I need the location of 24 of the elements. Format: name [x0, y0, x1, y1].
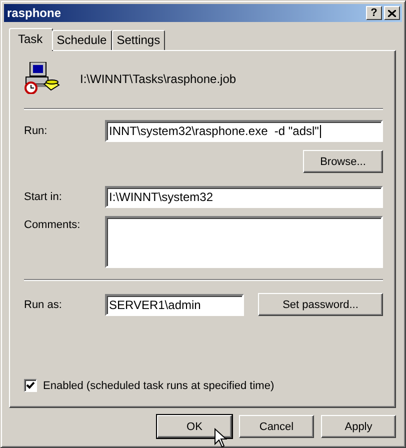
checkbox[interactable]	[24, 379, 37, 392]
field-label: Run as:	[24, 298, 63, 310]
comments-field[interactable]	[105, 216, 383, 268]
field-label: Run:	[24, 125, 48, 137]
computer-phone-clock-icon	[24, 62, 60, 94]
dialog-button[interactable]: Cancel	[239, 415, 314, 438]
set-password-button[interactable]: Set password...	[258, 293, 383, 316]
checkbox-label: Enabled (scheduled task runs at specified time)	[43, 380, 274, 392]
start-in-field[interactable]: I:\WINNT\system32	[105, 186, 383, 208]
browse-button[interactable]: Browse...	[303, 150, 383, 173]
field-label: Comments:	[24, 219, 82, 231]
tab[interactable]: Settings	[112, 30, 166, 50]
window-title: rasphone	[7, 6, 62, 20]
close-button[interactable]	[384, 6, 400, 20]
tab[interactable]: Task	[9, 28, 53, 51]
run-as-field[interactable]: SERVER1\admin	[105, 294, 244, 316]
dialog-button[interactable]: Apply	[321, 415, 396, 438]
task-file-path: I:\WINNT\Tasks\rasphone.job	[80, 72, 236, 86]
field-label: Start in:	[24, 191, 63, 203]
run-field[interactable]: INNT\system32\rasphone.exe -d "adsl"	[105, 120, 383, 142]
close-icon	[388, 10, 396, 16]
tab[interactable]: Schedule	[52, 30, 112, 50]
help-button[interactable]: ?	[366, 6, 382, 20]
mouse-pointer-icon	[214, 428, 227, 447]
